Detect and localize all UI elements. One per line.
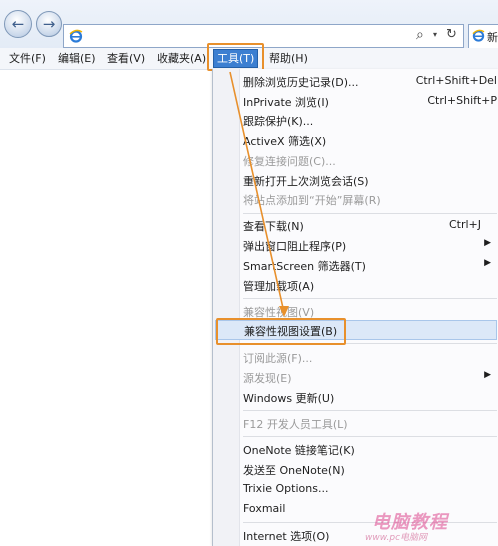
menu-separator xyxy=(243,213,497,214)
menu-item-label: ActiveX 筛选(X) xyxy=(243,135,327,148)
menu-item-reopen-session[interactable]: 重新打开上次浏览会话(S) xyxy=(213,170,498,190)
menu-item-label: 重新打开上次浏览会话(S) xyxy=(243,175,369,188)
menu-item-label: 将站点添加到“开始”屏幕(R) xyxy=(243,194,381,207)
browser-toolbar: ← → ⌕ ▾ ↻ 新 xyxy=(0,0,498,48)
menu-favorites[interactable]: 收藏夹(A) xyxy=(154,50,209,67)
tools-menu-callout xyxy=(207,43,264,71)
menu-item-onenote-linked[interactable]: OneNote 链接笔记(K) xyxy=(213,439,498,459)
menu-item-shortcut: Ctrl+Shift+Del xyxy=(415,74,497,87)
refresh-icon[interactable]: ↻ xyxy=(446,27,457,42)
menu-item-label: InPrivate 浏览(I) xyxy=(243,96,329,109)
tab-ie-icon xyxy=(472,29,485,42)
address-dropdown-icon[interactable]: ▾ xyxy=(433,30,437,39)
menu-item-label: 源发现(E) xyxy=(243,372,292,385)
forward-button[interactable]: → xyxy=(36,11,62,37)
menu-separator xyxy=(243,410,497,411)
menu-file[interactable]: 文件(F) xyxy=(6,50,49,67)
compat-settings-callout xyxy=(216,318,346,345)
menu-item-smartscreen[interactable]: SmartScreen 筛选器(T) ▶ xyxy=(213,255,498,275)
menu-separator xyxy=(243,298,497,299)
submenu-arrow-icon: ▶ xyxy=(484,258,491,268)
back-button[interactable]: ← xyxy=(4,10,32,38)
menu-item-label: 管理加载项(A) xyxy=(243,280,315,293)
menu-item-f12-tools[interactable]: F12 开发人员工具(L) xyxy=(213,413,498,433)
menu-item-foxmail[interactable]: Foxmail xyxy=(213,499,498,519)
forward-arrow-icon: → xyxy=(42,15,56,33)
menu-item-label: Foxmail xyxy=(243,502,286,515)
menu-edit[interactable]: 编辑(E) xyxy=(55,50,99,67)
browser-tab[interactable]: 新 xyxy=(468,24,498,48)
menu-item-popup-blocker[interactable]: 弹出窗口阻止程序(P) ▶ xyxy=(213,235,498,255)
menu-help[interactable]: 帮助(H) xyxy=(266,50,311,67)
menu-item-label: Windows 更新(U) xyxy=(243,392,335,405)
submenu-arrow-icon: ▶ xyxy=(484,370,491,380)
menu-item-view-downloads[interactable]: 查看下载(N) Ctrl+J xyxy=(213,215,498,235)
menu-item-trixie-options[interactable]: Trixie Options... xyxy=(213,479,498,499)
menu-item-label: SmartScreen 筛选器(T) xyxy=(243,260,366,273)
submenu-arrow-icon: ▶ xyxy=(484,238,491,248)
menu-item-label: 发送至 OneNote(N) xyxy=(243,464,345,477)
menu-item-label: 订阅此源(F)... xyxy=(243,352,313,365)
menu-item-label: 修复连接问题(C)... xyxy=(243,155,336,168)
menu-item-pin-to-start[interactable]: 将站点添加到“开始”屏幕(R) xyxy=(213,189,498,209)
ie-icon xyxy=(69,29,83,43)
tab-title: 新 xyxy=(487,31,498,44)
menu-item-label: 弹出窗口阻止程序(P) xyxy=(243,240,347,253)
menu-item-windows-update[interactable]: Windows 更新(U) xyxy=(213,387,498,407)
menu-item-internet-options[interactable]: Internet 选项(O) xyxy=(213,525,498,545)
menu-item-activex-filter[interactable]: ActiveX 筛选(X) xyxy=(213,130,498,150)
menu-item-tracking-protection[interactable]: 跟踪保护(K)... xyxy=(213,110,498,130)
menu-separator xyxy=(243,436,497,437)
menu-item-label: F12 开发人员工具(L) xyxy=(243,418,348,431)
menu-item-label: Trixie Options... xyxy=(243,482,329,495)
menu-item-label: 跟踪保护(K)... xyxy=(243,115,314,128)
menu-item-label: Internet 选项(O) xyxy=(243,530,330,543)
menu-item-shortcut: Ctrl+Shift+P xyxy=(427,94,497,107)
tools-dropdown-menu: 删除浏览历史记录(D)... Ctrl+Shift+Del InPrivate … xyxy=(212,69,498,546)
search-icon[interactable]: ⌕ xyxy=(416,27,424,43)
menu-item-inprivate[interactable]: InPrivate 浏览(I) Ctrl+Shift+P xyxy=(213,91,498,111)
menu-item-delete-history[interactable]: 删除浏览历史记录(D)... Ctrl+Shift+Del xyxy=(213,71,498,91)
menu-item-shortcut: Ctrl+J xyxy=(448,218,481,231)
menu-item-fix-connection[interactable]: 修复连接问题(C)... xyxy=(213,150,498,170)
menu-item-manage-addons[interactable]: 管理加载项(A) xyxy=(213,275,498,295)
menu-item-label: OneNote 链接笔记(K) xyxy=(243,444,355,457)
menu-item-label: 查看下载(N) xyxy=(243,220,304,233)
watermark-url: www.pc电脑网 xyxy=(365,533,428,543)
menu-item-label: 删除浏览历史记录(D)... xyxy=(243,76,359,89)
menu-view[interactable]: 查看(V) xyxy=(104,50,148,67)
menu-item-send-to-onenote[interactable]: 发送至 OneNote(N) xyxy=(213,459,498,479)
menu-item-feed-discovery[interactable]: 源发现(E) ▶ xyxy=(213,367,498,387)
menu-item-subscribe-feed[interactable]: 订阅此源(F)... xyxy=(213,347,498,367)
menu-separator xyxy=(243,522,497,523)
back-arrow-icon: ← xyxy=(11,15,25,33)
